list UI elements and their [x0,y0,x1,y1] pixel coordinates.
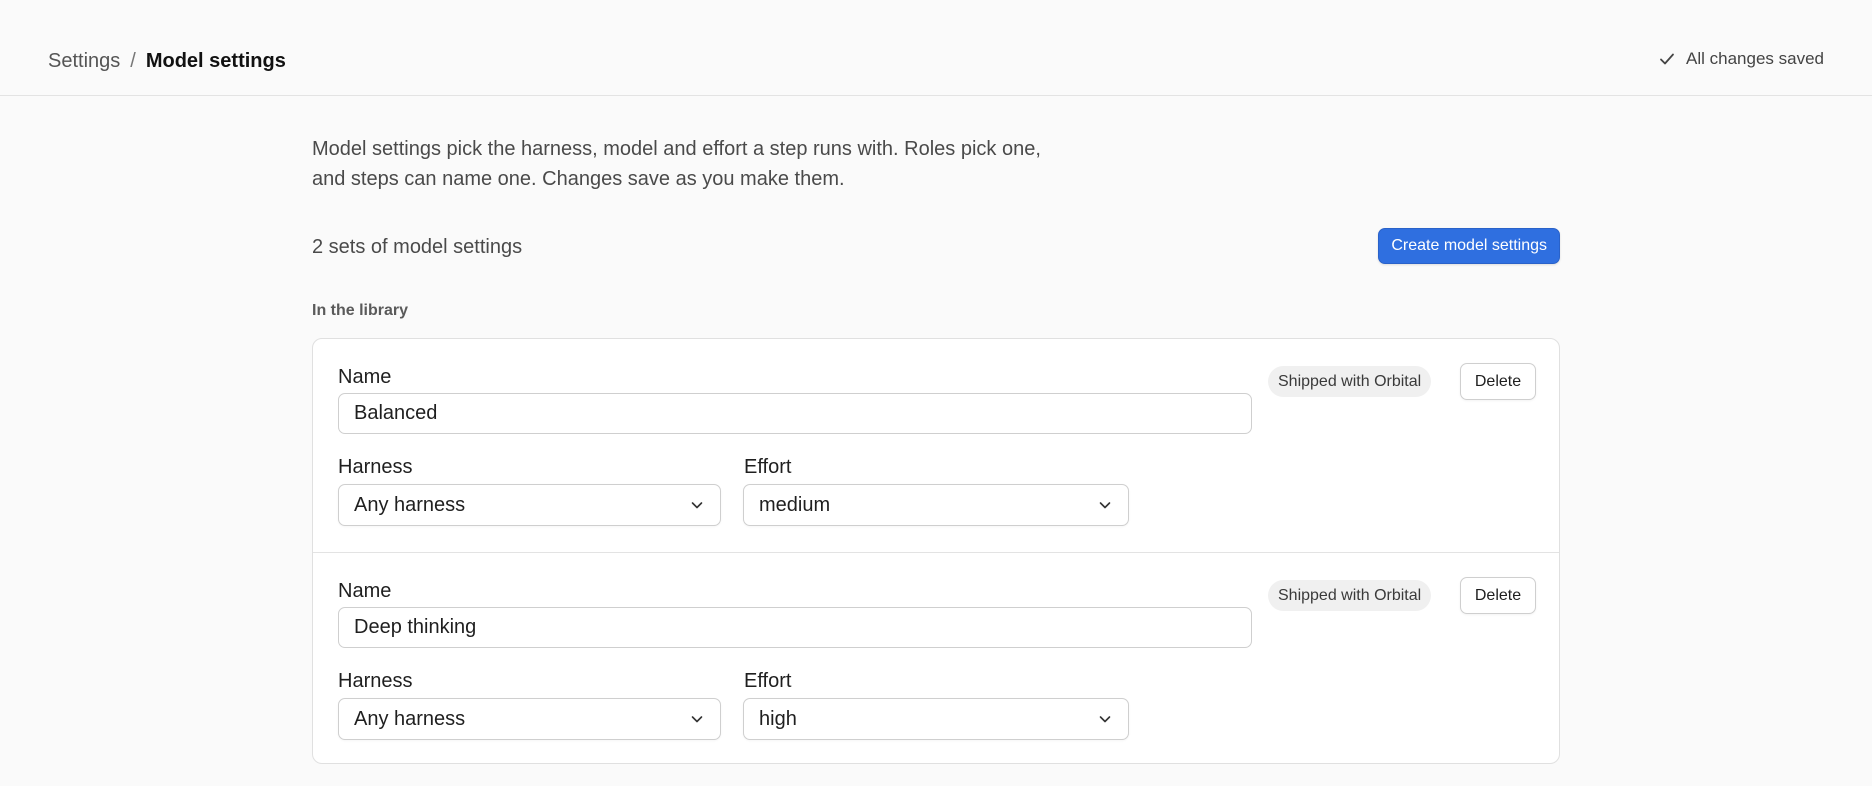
save-status-text: All changes saved [1686,49,1824,68]
section-label-library: In the library [312,302,409,319]
model-settings-item: Name Harness Any harness Effort medium S… [313,339,1559,552]
effort-select-value: high [759,707,797,730]
model-settings-item: Name Harness Any harness Effort high Shi… [313,552,1559,763]
save-status: All changes saved [1658,48,1824,70]
name-input[interactable] [338,393,1252,434]
page-description-line-1: Model settings pick the harness, model a… [312,138,1041,160]
name-input[interactable] [338,607,1252,648]
chevron-down-icon [691,502,703,509]
page-description: Model settings pick the harness, model a… [312,134,1092,194]
shipped-badge: Shipped with Orbital [1268,580,1432,611]
chevron-down-icon [1099,716,1111,723]
effort-label: Effort [744,456,792,478]
harness-label: Harness [338,670,413,692]
effort-select[interactable]: medium [743,484,1129,526]
delete-button[interactable]: Delete [1460,363,1536,400]
shipped-badge: Shipped with Orbital [1268,366,1432,397]
settings-count: 2 sets of model settings [312,236,523,258]
effort-select-value: medium [759,493,831,516]
breadcrumb: Settings / Model settings [48,48,286,74]
breadcrumb-current: Model settings [145,50,286,72]
name-label: Name [338,366,392,388]
chevron-down-icon [691,716,703,723]
name-label: Name [338,580,392,602]
harness-select[interactable]: Any harness [338,484,721,526]
harness-select-value: Any harness [354,493,466,516]
breadcrumb-separator: / [130,50,136,72]
harness-label: Harness [338,456,413,478]
model-settings-list: Name Harness Any harness Effort medium S… [312,338,1560,764]
create-model-settings-button[interactable]: Create model settings [1378,228,1560,264]
harness-select[interactable]: Any harness [338,698,721,740]
harness-select-value: Any harness [354,707,466,730]
delete-button[interactable]: Delete [1460,577,1536,614]
effort-select[interactable]: high [743,698,1129,740]
breadcrumb-settings-link[interactable]: Settings [48,48,120,74]
top-bar: Settings / Model settings All changes sa… [0,0,1872,96]
page-description-line-2: and steps can name one. Changes save as … [312,168,845,190]
effort-label: Effort [744,670,792,692]
check-icon [1660,53,1674,65]
chevron-down-icon [1099,502,1111,509]
